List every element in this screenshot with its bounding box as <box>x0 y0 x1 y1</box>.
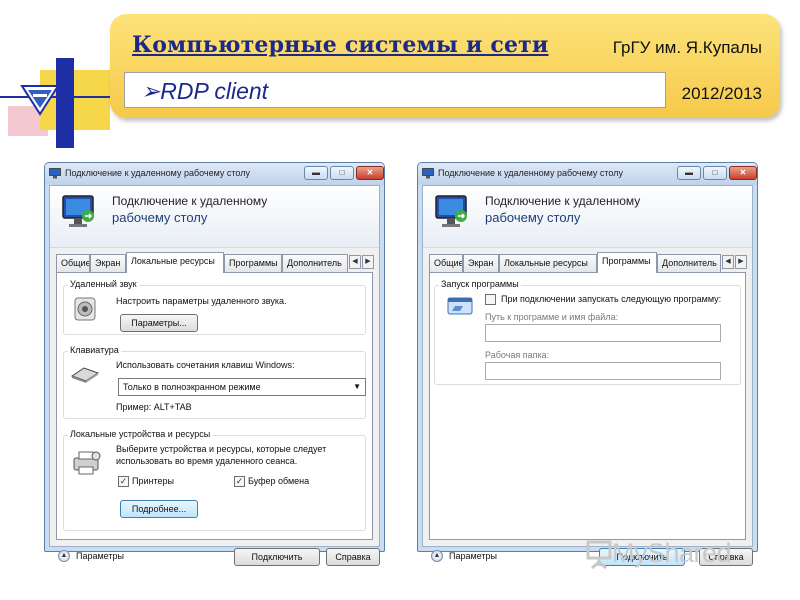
windows-key-combination-select[interactable]: Только в полноэкранном режиме ▼ <box>118 378 366 396</box>
tab-panel-programs: Запуск программы При подключении запуска… <box>429 272 746 540</box>
minimize-button[interactable]: ▬ <box>304 166 328 180</box>
title-bar[interactable]: Подключение к удаленному рабочему столу … <box>418 163 757 185</box>
help-button[interactable]: Справка <box>326 548 380 566</box>
tab-general[interactable]: Общие <box>429 254 463 272</box>
rdp-window-local-resources: Подключение к удаленному рабочему столу … <box>44 162 385 566</box>
tab-programs[interactable]: Программы <box>224 254 282 272</box>
header-line-2: рабочему столу <box>112 210 208 225</box>
tab-panel-local-resources: Удаленный звук Настроить параметры удале… <box>56 272 373 540</box>
header-line-1: Подключение к удаленному <box>485 194 641 208</box>
more-devices-button[interactable]: Подробнее... <box>120 500 198 518</box>
dropdown-arrow-icon[interactable]: ▼ <box>353 379 361 395</box>
program-path-label: Путь к программе и имя файла: <box>485 312 619 322</box>
group-label-keyboard: Клавиатура <box>68 345 121 355</box>
window-client-area: Подключение к удаленному рабочему столу … <box>49 185 380 566</box>
tab-scroll-right-icon[interactable]: ▶ <box>735 255 747 269</box>
group-label-local-devices: Локальные устройства и ресурсы <box>68 429 213 439</box>
close-button[interactable]: ✕ <box>729 166 757 180</box>
devices-printer-icon <box>73 451 101 475</box>
slide-title: Компьютерные системы и сети <box>132 32 549 58</box>
dialog-header: Подключение к удаленному рабочему столу <box>423 186 752 248</box>
tab-display[interactable]: Экран <box>90 254 126 272</box>
group-start-program: Запуск программы При подключении запуска… <box>434 279 741 385</box>
rdp-app-icon <box>49 168 61 179</box>
remote-desktop-monitor-icon <box>62 195 94 227</box>
maximize-button[interactable]: □ <box>330 166 354 180</box>
working-folder-label: Рабочая папка: <box>485 350 550 360</box>
program-path-input[interactable] <box>485 324 721 342</box>
devices-description-line-1: Выберите устройства и ресурсы, которые с… <box>116 444 327 454</box>
options-expand-icon[interactable]: ▲ <box>58 550 70 562</box>
watermark-presentation-icon <box>586 540 612 570</box>
academic-year: 2012/2013 <box>681 84 762 103</box>
tab-scroll-right-icon[interactable]: ▶ <box>362 255 374 269</box>
university-emblem-icon <box>20 85 60 116</box>
group-label-start-program: Запуск программы <box>439 279 521 289</box>
program-window-icon <box>447 297 473 315</box>
tab-scroll-left-icon[interactable]: ◀ <box>722 255 734 269</box>
tab-local-resources[interactable]: Локальные ресурсы <box>499 254 597 272</box>
watermark-text: MyShared <box>612 538 732 568</box>
title-bar[interactable]: Подключение к удаленному рабочему столу … <box>45 163 384 185</box>
options-expand-icon[interactable]: ▲ <box>431 550 443 562</box>
dialog-header: Подключение к удаленному рабочему столу <box>50 186 379 248</box>
working-folder-input[interactable] <box>485 362 721 380</box>
tab-general[interactable]: Общие <box>56 254 90 272</box>
keyboard-example: Пример: ALT+TAB <box>116 402 192 412</box>
window-title: Подключение к удаленному рабочему столу <box>438 168 623 178</box>
speaker-icon <box>74 297 96 321</box>
title-banner: Компьютерные системы и сети ГрГУ им. Я.К… <box>110 14 780 118</box>
window-title: Подключение к удаленному рабочему столу <box>65 168 250 178</box>
connect-button[interactable]: Подключить <box>234 548 320 566</box>
slide-subtitle: ➢RDP client <box>141 78 269 104</box>
tab-advanced[interactable]: Дополнитель <box>657 254 721 272</box>
start-program-label: При подключении запускать следующую прог… <box>501 294 722 304</box>
tab-programs[interactable]: Программы <box>597 252 657 273</box>
tab-strip: Общие Экран Локальные ресурсы Программы … <box>56 252 374 273</box>
header-line-1: Подключение к удаленному <box>112 194 268 208</box>
sound-description: Настроить параметры удаленного звука. <box>116 296 287 306</box>
keyboard-icon <box>70 367 100 383</box>
group-label-remote-sound: Удаленный звук <box>68 279 139 289</box>
group-remote-sound: Удаленный звук Настроить параметры удале… <box>63 279 366 335</box>
clipboard-checkbox[interactable]: ✓ <box>234 476 245 487</box>
select-value: Только в полноэкранном режиме <box>123 382 261 392</box>
rdp-window-programs: Подключение к удаленному рабочему столу … <box>417 162 758 566</box>
tab-advanced[interactable]: Дополнитель <box>282 254 348 272</box>
start-program-checkbox[interactable] <box>485 294 496 305</box>
group-keyboard: Клавиатура Использовать сочетания клавиш… <box>63 345 366 419</box>
subtitle-box: ➢RDP client <box>124 72 666 108</box>
group-local-devices: Локальные устройства и ресурсы Выберите … <box>63 429 366 531</box>
tab-display[interactable]: Экран <box>463 254 499 272</box>
university-name: ГрГУ им. Я.Купалы <box>612 38 762 57</box>
options-label[interactable]: Параметры <box>449 551 497 561</box>
logo-vertical-line <box>68 62 70 148</box>
maximize-button[interactable]: □ <box>703 166 727 180</box>
options-label[interactable]: Параметры <box>76 551 124 561</box>
sound-settings-button[interactable]: Параметры... <box>120 314 198 332</box>
tab-scroll-left-icon[interactable]: ◀ <box>349 255 361 269</box>
printers-label: Принтеры <box>132 476 174 486</box>
tab-strip: Общие Экран Локальные ресурсы Программы … <box>429 252 747 273</box>
close-button[interactable]: ✕ <box>356 166 384 180</box>
minimize-button[interactable]: ▬ <box>677 166 701 180</box>
printers-checkbox[interactable]: ✓ <box>118 476 129 487</box>
clipboard-label: Буфер обмена <box>248 476 310 486</box>
devices-description-line-2: использовать во время удаленного сеанса. <box>116 456 298 466</box>
remote-desktop-monitor-icon <box>435 195 467 227</box>
keyboard-description: Использовать сочетания клавиш Windows: <box>116 360 295 370</box>
university-logo <box>0 0 120 150</box>
header-line-2: рабочему столу <box>485 210 581 225</box>
window-client-area: Подключение к удаленному рабочему столу … <box>422 185 753 566</box>
rdp-app-icon <box>422 168 434 179</box>
tab-local-resources[interactable]: Локальные ресурсы <box>126 252 224 273</box>
